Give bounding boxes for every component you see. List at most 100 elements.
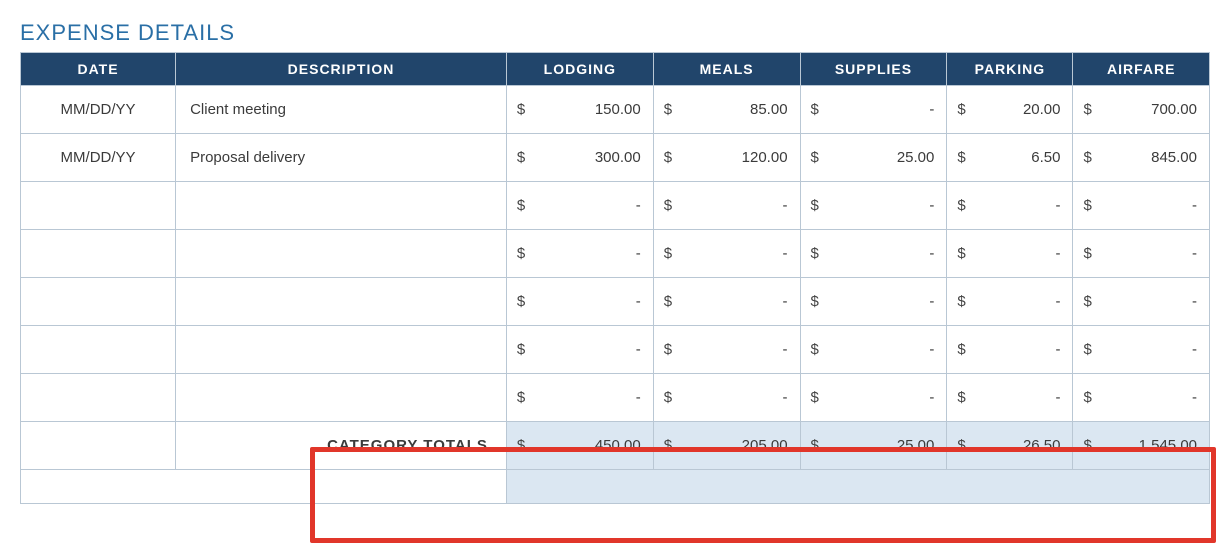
cell-airfare[interactable]: $ - [1073, 278, 1210, 326]
currency-symbol: $ [664, 437, 672, 454]
table-row: $ - $ - $ - $ - $ - [21, 182, 1210, 230]
cell-meals[interactable]: $ - [653, 374, 800, 422]
cell-parking[interactable]: $ 20.00 [947, 86, 1073, 134]
currency-symbol: $ [517, 197, 525, 214]
currency-symbol: $ [517, 293, 525, 310]
totals-row: CATEGORY TOTALS $ 450.00 $ 205.00 $ 25.0… [21, 422, 1210, 470]
amount-value: 845.00 [1151, 149, 1197, 166]
cell-meals[interactable]: $ - [653, 278, 800, 326]
amount-value: - [929, 389, 934, 406]
cell-description[interactable] [176, 278, 507, 326]
amount-value: - [929, 197, 934, 214]
currency-symbol: $ [811, 389, 819, 406]
cell-supplies[interactable]: $ - [800, 230, 947, 278]
cell-lodging[interactable]: $ - [506, 326, 653, 374]
amount-value: - [783, 293, 788, 310]
cell-meals[interactable]: $ 120.00 [653, 134, 800, 182]
header-lodging: LODGING [506, 53, 653, 86]
cell-lodging[interactable]: $ - [506, 182, 653, 230]
cell-parking[interactable]: $ - [947, 326, 1073, 374]
cell-airfare[interactable]: $ 700.00 [1073, 86, 1210, 134]
amount-value: - [783, 389, 788, 406]
header-description: DESCRIPTION [176, 53, 507, 86]
amount-value: - [636, 341, 641, 358]
amount-value: 150.00 [595, 101, 641, 118]
cell-description[interactable]: Client meeting [176, 86, 507, 134]
cell-total-parking[interactable]: $ 26.50 [947, 422, 1073, 470]
amount-value: 6.50 [1031, 149, 1060, 166]
currency-symbol: $ [1083, 437, 1091, 454]
currency-symbol: $ [811, 197, 819, 214]
currency-symbol: $ [517, 149, 525, 166]
totals-blank [21, 422, 176, 470]
amount-value: - [1192, 389, 1197, 406]
cell-supplies[interactable]: $ - [800, 374, 947, 422]
currency-symbol: $ [664, 197, 672, 214]
cell-lodging[interactable]: $ 150.00 [506, 86, 653, 134]
cell-total-lodging[interactable]: $ 450.00 [506, 422, 653, 470]
cell-parking[interactable]: $ - [947, 182, 1073, 230]
cell-lodging[interactable]: $ 300.00 [506, 134, 653, 182]
cell-lodging[interactable]: $ - [506, 374, 653, 422]
cell-supplies[interactable]: $ - [800, 86, 947, 134]
cell-description[interactable] [176, 182, 507, 230]
cell-date[interactable] [21, 326, 176, 374]
cell-parking[interactable]: $ 6.50 [947, 134, 1073, 182]
cell-description[interactable] [176, 230, 507, 278]
cell-date[interactable]: MM/DD/YY [21, 134, 176, 182]
spacer-left [21, 470, 507, 504]
cell-airfare[interactable]: $ - [1073, 326, 1210, 374]
currency-symbol: $ [1083, 293, 1091, 310]
cell-parking[interactable]: $ - [947, 230, 1073, 278]
amount-value: - [1055, 341, 1060, 358]
header-supplies: SUPPLIES [800, 53, 947, 86]
cell-supplies[interactable]: $ - [800, 182, 947, 230]
header-date: DATE [21, 53, 176, 86]
cell-date[interactable] [21, 374, 176, 422]
cell-meals[interactable]: $ 85.00 [653, 86, 800, 134]
cell-supplies[interactable]: $ 25.00 [800, 134, 947, 182]
cell-meals[interactable]: $ - [653, 230, 800, 278]
cell-date[interactable] [21, 230, 176, 278]
cell-airfare[interactable]: $ - [1073, 374, 1210, 422]
header-airfare: AIRFARE [1073, 53, 1210, 86]
cell-total-meals[interactable]: $ 205.00 [653, 422, 800, 470]
cell-airfare[interactable]: $ - [1073, 182, 1210, 230]
currency-symbol: $ [957, 293, 965, 310]
cell-meals[interactable]: $ - [653, 182, 800, 230]
currency-symbol: $ [957, 341, 965, 358]
amount-value: 205.00 [742, 437, 788, 454]
amount-value: 25.00 [897, 149, 935, 166]
cell-description[interactable]: Proposal delivery [176, 134, 507, 182]
amount-value: - [1192, 293, 1197, 310]
amount-value: 20.00 [1023, 101, 1061, 118]
cell-supplies[interactable]: $ - [800, 278, 947, 326]
cell-airfare[interactable]: $ - [1073, 230, 1210, 278]
header-meals: MEALS [653, 53, 800, 86]
cell-supplies[interactable]: $ - [800, 326, 947, 374]
amount-value: 300.00 [595, 149, 641, 166]
amount-value: - [1192, 245, 1197, 262]
cell-total-supplies[interactable]: $ 25.00 [800, 422, 947, 470]
currency-symbol: $ [957, 437, 965, 454]
cell-parking[interactable]: $ - [947, 374, 1073, 422]
cell-description[interactable] [176, 374, 507, 422]
amount-value: 450.00 [595, 437, 641, 454]
cell-lodging[interactable]: $ - [506, 230, 653, 278]
amount-value: - [636, 389, 641, 406]
cell-parking[interactable]: $ - [947, 278, 1073, 326]
totals-label: CATEGORY TOTALS [176, 422, 507, 470]
cell-lodging[interactable]: $ - [506, 278, 653, 326]
cell-description[interactable] [176, 326, 507, 374]
cell-date[interactable]: MM/DD/YY [21, 86, 176, 134]
amount-value: 25.00 [897, 437, 935, 454]
amount-value: - [1055, 293, 1060, 310]
cell-total-airfare[interactable]: $ 1,545.00 [1073, 422, 1210, 470]
amount-value: - [929, 341, 934, 358]
amount-value: - [1192, 341, 1197, 358]
cell-date[interactable] [21, 278, 176, 326]
cell-date[interactable] [21, 182, 176, 230]
currency-symbol: $ [811, 341, 819, 358]
cell-airfare[interactable]: $ 845.00 [1073, 134, 1210, 182]
cell-meals[interactable]: $ - [653, 326, 800, 374]
